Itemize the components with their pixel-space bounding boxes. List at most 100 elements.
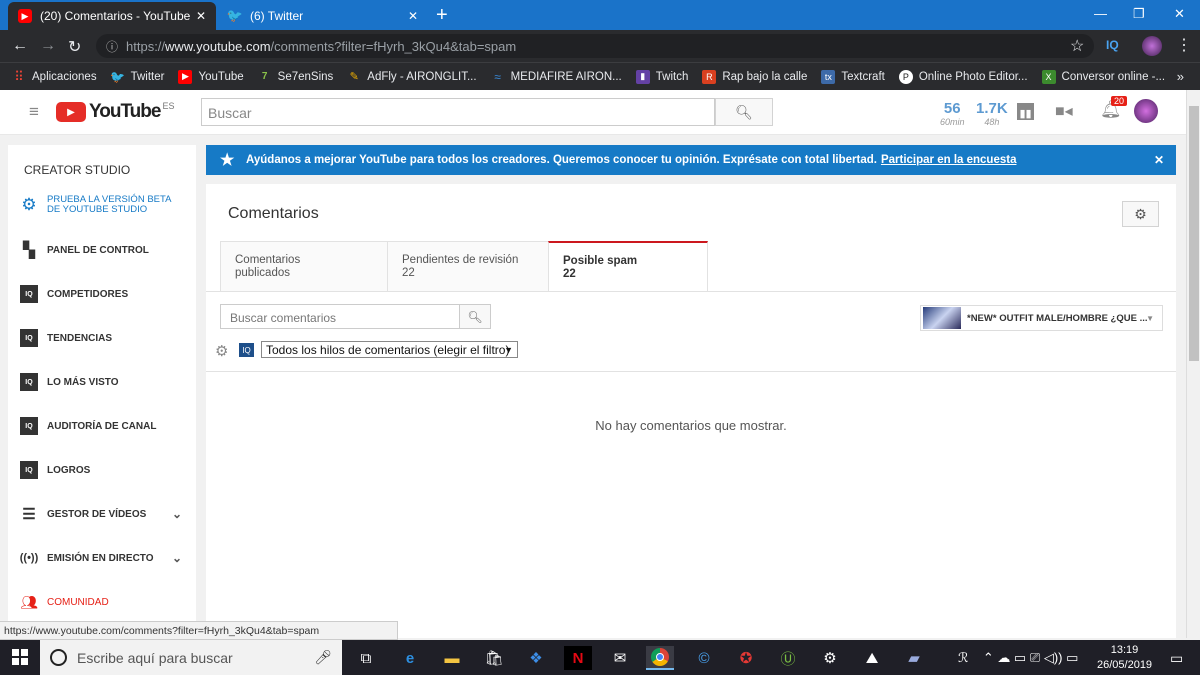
sidebar-item-comunidad[interactable]: 👥︎ COMUNIDAD	[20, 593, 190, 611]
sidebar-item-auditoria[interactable]: IQ AUDITORÍA DE CANAL	[20, 417, 190, 435]
comment-search-input[interactable]: Buscar comentarios	[220, 304, 460, 329]
edge-icon[interactable]: e	[396, 646, 424, 670]
sidebar-item-logros[interactable]: IQ LOGROS	[20, 461, 190, 479]
vidiq-filter-icon[interactable]: IQ	[239, 343, 254, 357]
store-icon[interactable]: 🛍︎	[480, 646, 508, 670]
utorrent-icon[interactable]: Ⓤ	[774, 646, 802, 670]
microphone-icon[interactable]: 🎤︎	[314, 649, 332, 666]
video-selector[interactable]: *NEW* OUTFIT MALE/HOMBRE ¿QUE ... ▼	[920, 305, 1163, 331]
bookmark-youtube[interactable]: ▶ YouTube	[178, 69, 244, 84]
sidebar-item-label: COMPETIDORES	[47, 288, 129, 300]
browser-tab-youtube[interactable]: ▶ (20) Comentarios - YouTube ✕	[8, 2, 216, 30]
notepad-icon[interactable]: ▰	[900, 646, 928, 670]
bookmark-twitter[interactable]: 🐦 Twitter	[110, 69, 164, 84]
bookmark-twitch[interactable]: ▮ Twitch	[635, 69, 688, 84]
close-tab-icon[interactable]: ✕	[408, 9, 418, 23]
vidiq-extension-icon[interactable]: IQ	[1106, 38, 1119, 52]
comment-search-button[interactable]: 🔍︎	[459, 304, 491, 329]
sidebar-item-mas-visto[interactable]: IQ LO MÁS VISTO	[20, 373, 190, 391]
filter-gear-icon[interactable]: ⚙	[215, 342, 228, 360]
chrome-icon[interactable]	[646, 646, 674, 670]
upload-video-icon[interactable]: ■◂	[1055, 101, 1073, 121]
taskbar-clock[interactable]: 13:19 26/05/2019	[1097, 643, 1152, 673]
taskbar-search-placeholder: Escribe aquí para buscar	[77, 649, 233, 666]
settings-gear-icon[interactable]: ⚙	[816, 646, 844, 670]
tab-pending[interactable]: Pendientes de revisión 22	[387, 241, 549, 292]
url-bar[interactable]: ⓘ https://www.youtube.com/comments?filte…	[96, 34, 1094, 58]
bookmark-textcraft[interactable]: tx Textcraft	[821, 69, 885, 84]
task-view-icon[interactable]: ⧉	[352, 646, 380, 670]
scrollbar-thumb[interactable]	[1189, 106, 1199, 361]
bookmark-star-icon[interactable]: ☆	[1070, 36, 1084, 56]
dropbox-icon[interactable]: ❖	[522, 646, 550, 670]
page-scrollbar[interactable]	[1186, 90, 1200, 638]
back-arrow-icon[interactable]: ←	[12, 37, 28, 55]
sidebar-item-tendencias[interactable]: IQ TENDENCIAS	[20, 329, 190, 347]
new-tab-button[interactable]: +	[436, 4, 448, 27]
thread-filter-select[interactable]: Todos los hilos de comentarios (elegir e…	[261, 341, 518, 358]
hamburger-menu-icon[interactable]: ≡	[29, 102, 39, 122]
photos-icon[interactable]: ⛰	[858, 646, 886, 670]
sidebar-item-label: COMUNIDAD	[47, 596, 109, 608]
action-center-icon[interactable]: ▭	[1170, 650, 1183, 667]
sidebar-item-beta-studio[interactable]: ⚙ PRUEBA LA VERSIÓN BETA DE YOUTUBE STUD…	[20, 195, 190, 215]
antivirus-icon[interactable]: ✪	[732, 646, 760, 670]
youtube-logo[interactable]: ▶ YouTube ES	[56, 101, 174, 123]
bookmark-mediafire[interactable]: ≈ MEDIAFIRE AIRON...	[491, 70, 621, 84]
vidiq-icon: IQ	[20, 373, 38, 391]
tab-possible-spam[interactable]: Posible spam 22	[548, 241, 708, 292]
browser-tab-twitter[interactable]: 🐦 (6) Twitter ✕	[218, 2, 428, 30]
page-title: Comentarios	[228, 205, 319, 222]
stat-subs[interactable]: 1.7K 48h	[976, 100, 1008, 127]
tab-label: Pendientes de revisión	[402, 254, 519, 266]
close-banner-icon[interactable]: ✕	[1154, 153, 1164, 167]
survey-link[interactable]: Participar en la encuesta	[881, 154, 1017, 166]
bookmark-rap[interactable]: R Rap bajo la calle	[702, 69, 808, 84]
comments-panel: Comentarios ⚙ Comentarios publicados Pen…	[206, 184, 1176, 638]
minimize-icon[interactable]: —	[1094, 6, 1107, 21]
taskbar-search[interactable]: Escribe aquí para buscar 🎤︎	[40, 640, 342, 675]
bookmark-aplicaciones[interactable]: ⠿ Aplicaciones	[12, 69, 96, 84]
bookmark-label: Se7enSins	[277, 70, 334, 83]
system-tray-icons[interactable]: ℛ ⌃ ☁ ▭ ⎚ ◁)) ▭	[958, 650, 1078, 666]
maximize-icon[interactable]: ❐	[1133, 6, 1145, 22]
bookmark-label: Rap bajo la calle	[722, 70, 808, 83]
ccleaner-icon[interactable]: ©	[690, 646, 718, 670]
settings-button[interactable]: ⚙	[1122, 201, 1159, 227]
chevron-down-icon[interactable]: ⌄	[172, 507, 182, 521]
bookmark-conversor[interactable]: X Conversor online -...	[1041, 69, 1165, 84]
profile-avatar-icon[interactable]	[1142, 36, 1162, 56]
netflix-icon[interactable]: N	[564, 646, 592, 670]
divider	[206, 371, 1176, 372]
sidebar-item-label: PRUEBA LA VERSIÓN BETA DE YOUTUBE STUDIO	[47, 194, 171, 215]
sidebar-item-label: LO MÁS VISTO	[47, 376, 119, 388]
search-input[interactable]: Buscar	[201, 98, 715, 126]
chevron-down-icon[interactable]: ⌄	[172, 551, 182, 565]
bookmark-label: Online Photo Editor...	[918, 70, 1028, 83]
windows-start-icon[interactable]	[12, 649, 28, 665]
mail-icon[interactable]: ✉	[606, 646, 634, 670]
close-window-icon[interactable]: ✕	[1174, 6, 1185, 22]
twitter-icon: 🐦	[110, 69, 126, 84]
bookmark-se7ensins[interactable]: 7 Se7enSins	[258, 70, 334, 84]
more-bookmarks-icon[interactable]: »	[1177, 69, 1184, 84]
menu-kebab-icon[interactable]: ⋮	[1176, 35, 1192, 55]
avatar[interactable]	[1134, 99, 1158, 123]
bookmark-adfly[interactable]: ✎ AdFly - AIRONGLIT...	[347, 70, 477, 84]
bookmark-photo-editor[interactable]: P Online Photo Editor...	[898, 69, 1028, 84]
file-explorer-icon[interactable]: ▬	[438, 646, 466, 670]
forward-arrow-icon[interactable]: →	[40, 37, 56, 55]
dropdown-arrow-icon: ▼	[1146, 313, 1154, 323]
tab-published[interactable]: Comentarios publicados	[220, 241, 388, 292]
analytics-icon[interactable]: ▮▮	[1017, 103, 1034, 120]
reload-icon[interactable]: ↻	[68, 37, 81, 57]
close-tab-icon[interactable]: ✕	[196, 9, 206, 23]
search-button[interactable]: 🔍︎	[715, 98, 773, 126]
sidebar-item-competidores[interactable]: IQ COMPETIDORES	[20, 285, 190, 303]
sidebar-item-emision-directo[interactable]: ((•)) EMISIÓN EN DIRECTO ⌄	[20, 549, 190, 567]
stat-views[interactable]: 56 60min	[940, 100, 965, 127]
url-domain: www.youtube.com	[165, 38, 271, 54]
sidebar-item-gestor-videos[interactable]: ☰ GESTOR DE VÍDEOS ⌄	[20, 505, 190, 523]
sidebar-item-dashboard[interactable]: ▚ PANEL DE CONTROL	[20, 241, 190, 259]
photo-editor-icon: P	[898, 69, 913, 84]
